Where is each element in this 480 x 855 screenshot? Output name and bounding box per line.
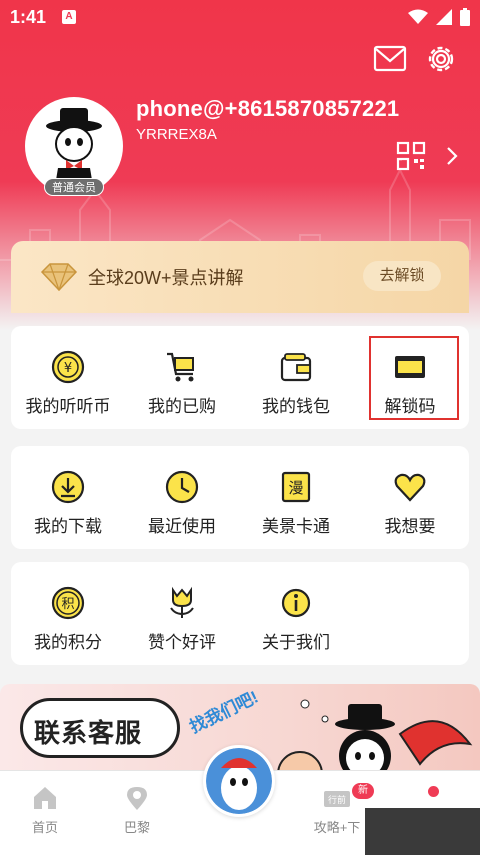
heart-icon bbox=[394, 473, 426, 502]
vip-banner-text: 全球20W+景点讲解 bbox=[88, 268, 244, 288]
grid-item-about[interactable]: 关于我们 bbox=[239, 562, 353, 665]
notification-icon: A bbox=[62, 10, 76, 24]
grid-item-comics[interactable]: 漫 美景卡通 bbox=[239, 446, 353, 549]
signal-icon bbox=[436, 9, 452, 25]
unlock-button[interactable]: 去解锁 bbox=[363, 261, 441, 291]
grid-item-recent[interactable]: 最近使用 bbox=[125, 446, 239, 549]
grid-item-label: 我的下载 bbox=[34, 517, 102, 536]
overlay-corner bbox=[365, 808, 480, 855]
guide-icon: 行前 bbox=[324, 791, 350, 807]
download-icon bbox=[51, 470, 85, 504]
grid-item-wishlist[interactable]: 我想要 bbox=[353, 446, 467, 549]
grid-item-purchased[interactable]: 我的已购 bbox=[125, 326, 239, 429]
status-bar: 1:41 A bbox=[0, 0, 480, 34]
grid-item-label: 赞个好评 bbox=[148, 633, 216, 652]
grid-item-label: 我想要 bbox=[384, 517, 436, 536]
clock-icon bbox=[165, 470, 199, 504]
wallet-icon bbox=[280, 353, 312, 382]
grid-item-label: 我的钱包 bbox=[262, 397, 330, 416]
more-card: 积 我的积分 赞个好评 关于我们 bbox=[11, 562, 469, 665]
tab-label: 首页 bbox=[31, 820, 58, 835]
svg-text:积: 积 bbox=[61, 597, 74, 612]
chevron-right-icon[interactable] bbox=[444, 146, 460, 166]
svg-text:¥: ¥ bbox=[64, 361, 72, 376]
coin-icon: ¥ bbox=[51, 350, 85, 384]
grid-item-points[interactable]: 积 我的积分 bbox=[11, 562, 125, 665]
battery-icon bbox=[460, 8, 470, 26]
home-icon bbox=[34, 787, 56, 809]
mascot-center-icon bbox=[206, 748, 272, 814]
grid-item-label: 我的积分 bbox=[34, 633, 102, 652]
points-icon: 积 bbox=[51, 586, 85, 620]
grid-item-wallet[interactable]: 我的钱包 bbox=[239, 326, 353, 429]
grid-item-downloads[interactable]: 我的下载 bbox=[11, 446, 125, 549]
notification-dot bbox=[428, 786, 439, 797]
service-title: 联系客服 bbox=[34, 718, 143, 748]
info-icon bbox=[281, 588, 311, 618]
guide-icon-text: 行前 bbox=[328, 794, 346, 806]
svg-text:漫: 漫 bbox=[288, 479, 303, 497]
comic-icon: 漫 bbox=[281, 471, 311, 503]
center-mascot-tab[interactable] bbox=[203, 745, 275, 817]
wifi-icon bbox=[408, 9, 428, 24]
grid-item-label: 美景卡通 bbox=[262, 517, 330, 536]
tab-home[interactable]: 首页 bbox=[0, 785, 90, 836]
tab-label: 巴黎 bbox=[123, 820, 150, 835]
grid-item-rate[interactable]: 赞个好评 bbox=[125, 562, 239, 665]
username[interactable]: phone@+8615870857221 bbox=[136, 96, 399, 122]
grid-item-coins[interactable]: ¥ 我的听听币 bbox=[11, 326, 125, 429]
status-time: 1:41 bbox=[10, 7, 47, 27]
mail-icon[interactable] bbox=[373, 44, 407, 74]
grid-item-label: 我的听听币 bbox=[25, 397, 111, 416]
grid-item-label: 关于我们 bbox=[262, 633, 330, 652]
grid-item-label: 最近使用 bbox=[148, 517, 216, 536]
highlight-annotation-box bbox=[369, 336, 459, 420]
member-badge: 普通会员 bbox=[44, 178, 104, 196]
location-icon bbox=[127, 787, 147, 810]
tulip-icon bbox=[170, 586, 194, 618]
tab-city[interactable]: 巴黎 bbox=[92, 785, 182, 836]
cart-icon bbox=[167, 352, 194, 382]
settings-gear-icon[interactable] bbox=[424, 42, 458, 76]
tools-card: 我的下载 最近使用 漫 美景卡通 我想要 bbox=[11, 446, 469, 549]
qr-code-icon[interactable] bbox=[396, 141, 426, 171]
new-badge: 新 bbox=[352, 783, 374, 799]
grid-item-label: 我的已购 bbox=[148, 397, 216, 416]
user-id: YRRREX8A bbox=[136, 126, 217, 143]
diamond-icon bbox=[40, 263, 78, 292]
